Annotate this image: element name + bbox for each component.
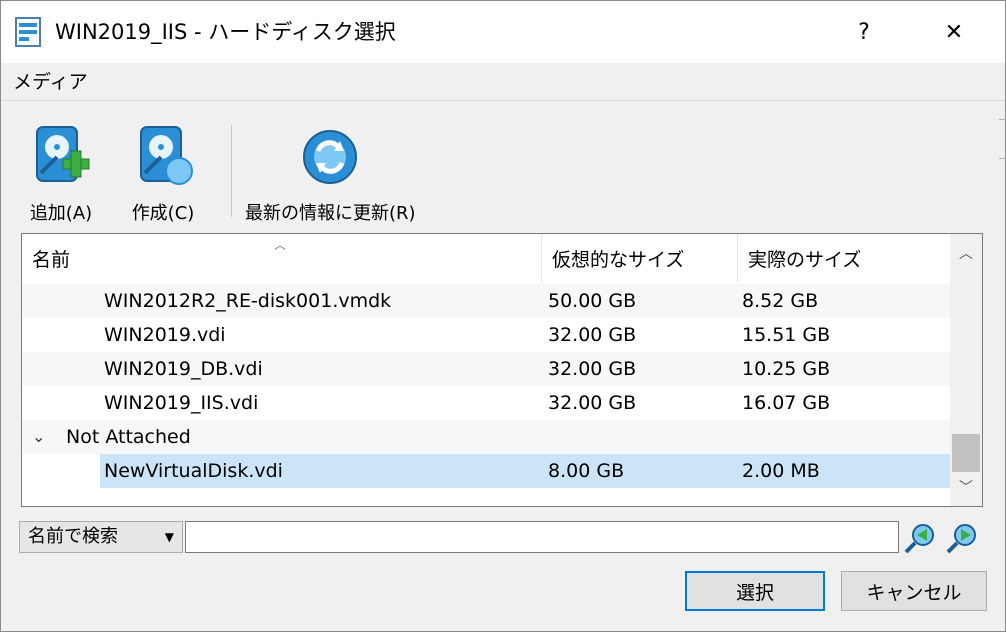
scroll-down-icon[interactable]: ﹀ (950, 472, 982, 502)
create-disk-icon (140, 126, 193, 185)
dropdown-arrow-icon: ▼ (164, 530, 174, 544)
hard-disk-selector-dialog: WIN2019_IIS - ハードディスク選択 ? ✕ メディア 追加(A) 作… (0, 0, 1006, 632)
title-bar: WIN2019_IIS - ハードディスク選択 ? ✕ (1, 1, 1005, 63)
group-row-not-attached[interactable]: ⌄ Not Attached (22, 420, 950, 454)
toolbar: 追加(A) 作成(C) 最新の情報に更新(R) (1, 101, 1005, 231)
actual-size: 8.52 GB (742, 290, 819, 312)
refresh-icon (303, 130, 358, 184)
scroll-thumb[interactable] (952, 434, 980, 472)
menu-media[interactable]: メディア (13, 68, 88, 96)
actual-size: 2.00 MB (742, 460, 820, 482)
window-title: WIN2019_IIS - ハードディスク選択 (55, 20, 396, 44)
create-button[interactable]: 作成(C) (131, 123, 195, 225)
refresh-label: 最新の情報に更新(R) (245, 203, 416, 224)
virtualbox-icon (15, 17, 41, 47)
actual-size: 10.25 GB (742, 358, 831, 380)
toolbar-separator (231, 125, 232, 217)
sort-ascending-icon: ︿ (274, 238, 287, 252)
search-next-icon[interactable] (945, 521, 979, 555)
disk-name: WIN2019_DB.vdi (104, 358, 263, 380)
vertical-scrollbar[interactable]: ︿ ﹀ (950, 234, 982, 506)
refresh-button[interactable]: 最新の情報に更新(R) (245, 123, 416, 225)
search-previous-icon[interactable] (903, 521, 937, 555)
add-label: 追加(A) (29, 203, 93, 224)
create-label: 作成(C) (131, 203, 195, 224)
search-mode-dropdown[interactable]: 名前で検索 ▼ (19, 521, 183, 553)
help-button[interactable]: ? (841, 15, 887, 49)
virtual-size: 32.00 GB (548, 324, 637, 346)
virtual-size: 8.00 GB (548, 460, 625, 482)
media-table: 名前 ︿ 仮想的なサイズ 実際のサイズ WIN2012R2_RE-disk001… (21, 233, 983, 507)
close-button[interactable]: ✕ (931, 15, 977, 49)
table-row[interactable]: WIN2019_DB.vdi 32.00 GB 10.25 GB (22, 352, 950, 386)
menu-bar: メディア (1, 63, 1005, 101)
disk-name: WIN2019.vdi (104, 324, 226, 346)
search-bar: 名前で検索 ▼ (19, 521, 989, 557)
scroll-up-icon[interactable]: ︿ (950, 238, 982, 268)
search-mode-label: 名前で検索 (28, 526, 118, 547)
virtual-size: 32.00 GB (548, 392, 637, 414)
virtual-size: 32.00 GB (548, 358, 637, 380)
cancel-button[interactable]: キャンセル (841, 571, 987, 611)
background-window-edge (999, 119, 1006, 159)
table-row[interactable]: WIN2012R2_RE-disk001.vmdk 50.00 GB 8.52 … (22, 284, 950, 318)
chevron-down-icon[interactable]: ⌄ (32, 420, 45, 454)
add-button[interactable]: 追加(A) (29, 123, 93, 225)
table-row-selected[interactable]: NewVirtualDisk.vdi 8.00 GB 2.00 MB (22, 454, 950, 488)
add-disk-icon (36, 126, 90, 182)
actual-size: 16.07 GB (742, 392, 831, 414)
table-row[interactable]: WIN2019.vdi 32.00 GB 15.51 GB (22, 318, 950, 352)
table-header: 名前 ︿ 仮想的なサイズ 実際のサイズ (22, 234, 950, 282)
disk-name: WIN2019_IIS.vdi (104, 392, 259, 414)
actual-size: 15.51 GB (742, 324, 831, 346)
group-label: Not Attached (66, 426, 191, 448)
virtual-size: 50.00 GB (548, 290, 637, 312)
search-input[interactable] (185, 521, 899, 553)
disk-name: NewVirtualDisk.vdi (104, 460, 283, 482)
column-header-actual-size[interactable]: 実際のサイズ (738, 234, 950, 282)
disk-name: WIN2012R2_RE-disk001.vmdk (104, 290, 392, 312)
column-header-virtual-size[interactable]: 仮想的なサイズ (542, 234, 738, 282)
select-button[interactable]: 選択 (685, 571, 825, 611)
table-row[interactable]: WIN2019_IIS.vdi 32.00 GB 16.07 GB (22, 386, 950, 420)
